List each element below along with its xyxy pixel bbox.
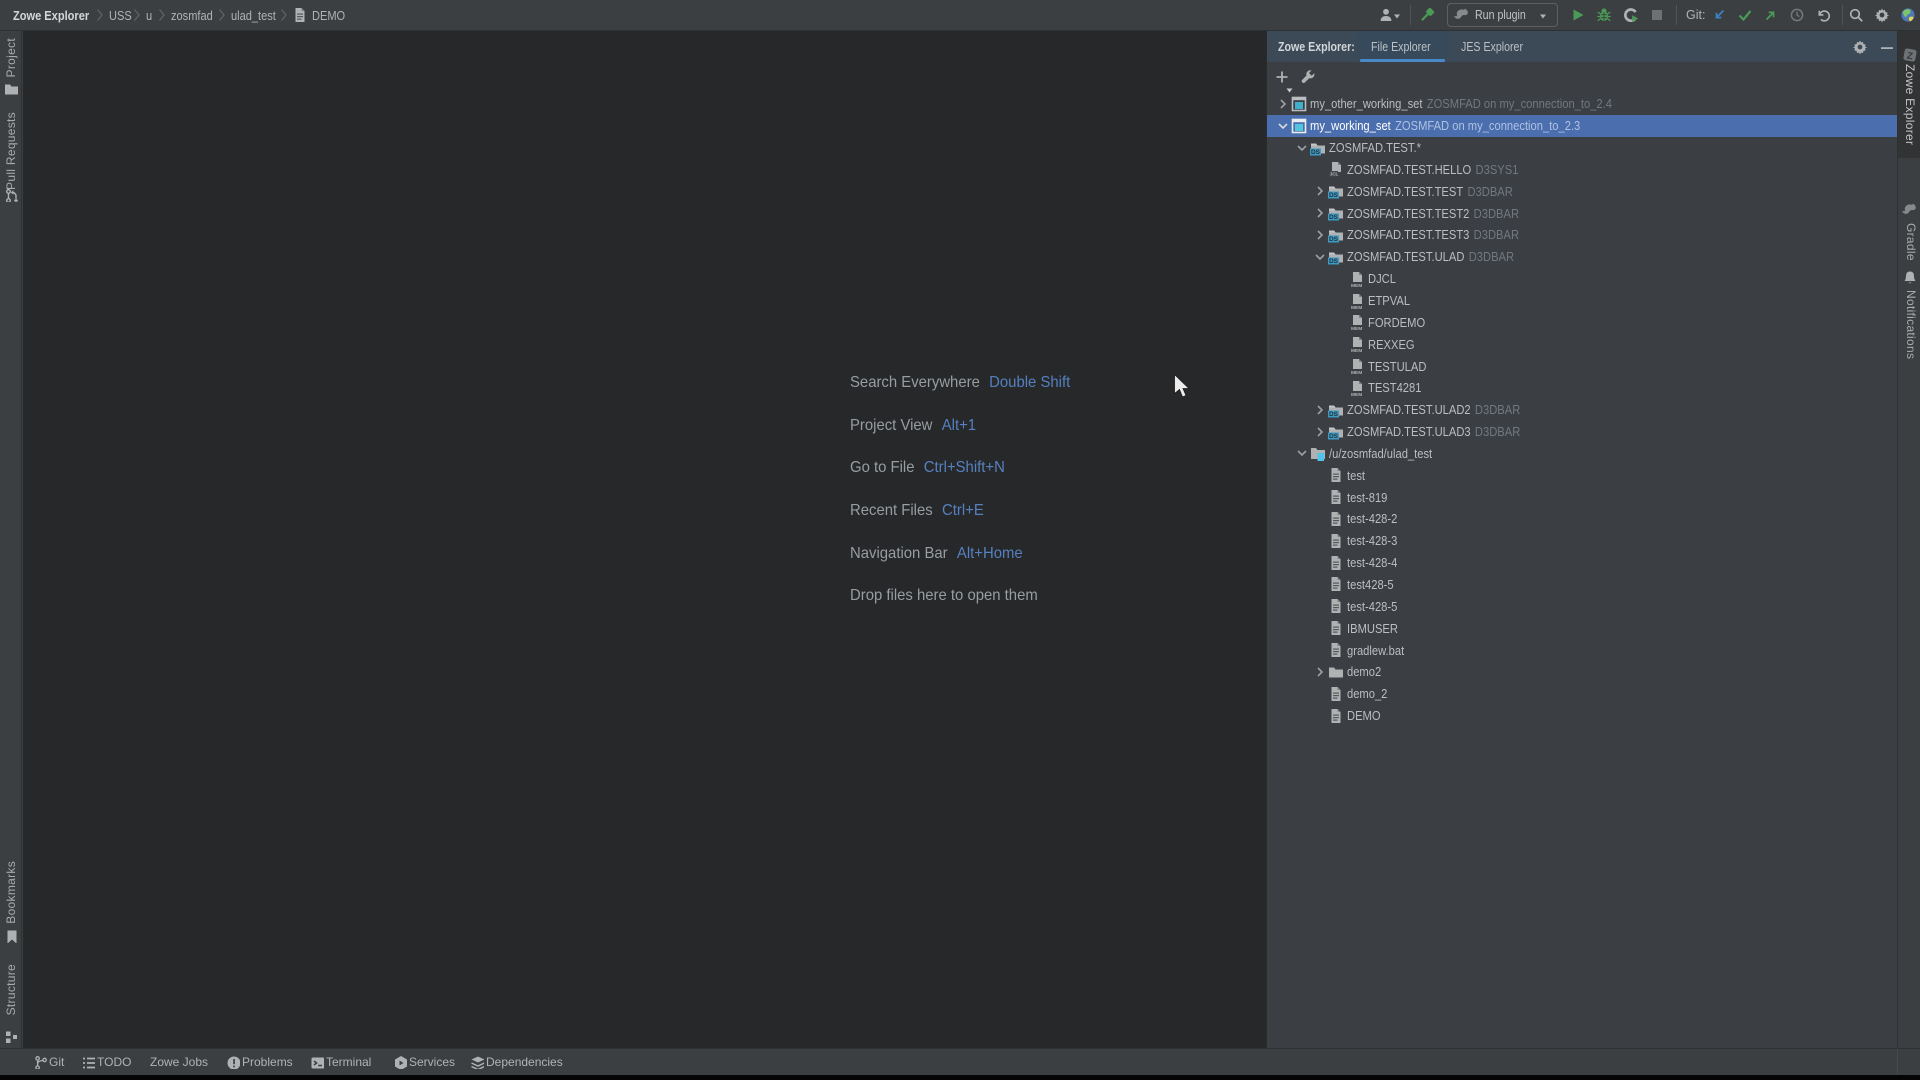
svg-text:MEM: MEM: [1351, 282, 1362, 286]
svg-text:DS: DS: [1329, 192, 1339, 199]
svg-text:DS: DS: [1329, 236, 1339, 243]
svg-text:MEM: MEM: [1351, 348, 1362, 352]
svg-text:DS: DS: [1329, 214, 1339, 221]
svg-text:MEM: MEM: [1351, 392, 1362, 396]
svg-text:JCL: JCL: [1330, 172, 1339, 177]
svg-text:DS: DS: [1329, 433, 1339, 440]
svg-text:MEM: MEM: [1351, 304, 1362, 308]
svg-text:MEM: MEM: [1351, 370, 1362, 374]
svg-text:MEM: MEM: [1351, 326, 1362, 330]
svg-text:DS: DS: [1329, 258, 1339, 265]
svg-text:DS: DS: [1329, 411, 1339, 418]
svg-text:DS: DS: [1311, 149, 1321, 156]
